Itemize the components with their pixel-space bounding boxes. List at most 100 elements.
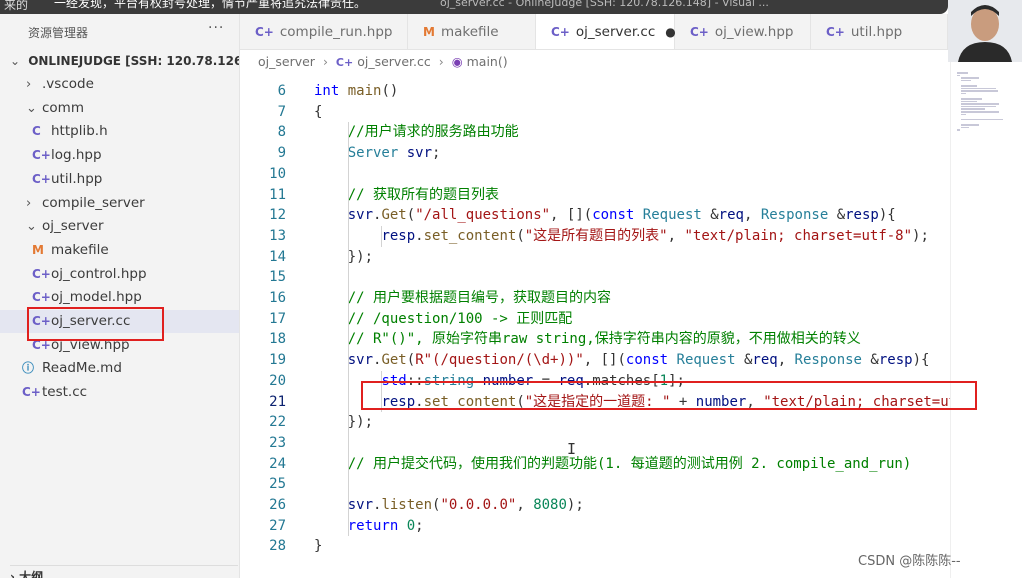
tree-item-label: oj_control.hpp — [51, 265, 147, 282]
minimap-line — [961, 98, 982, 100]
code-line[interactable]: 13 resp.set_content("这是所有题目的列表", "text/p… — [240, 226, 950, 247]
line-number: 9 — [277, 145, 286, 162]
screen-share-banner: 来的 一经发现，平台有权封号处理，情节严重将追究法律责任。 oj_server.… — [0, 0, 948, 14]
tree-item-label: oj_server.cc — [51, 313, 131, 329]
editor-tab[interactable]: C+ util.hpp — [811, 14, 948, 49]
code-line[interactable]: 9 Server svr; — [240, 143, 950, 164]
cpp-file-icon: C+ — [32, 290, 51, 305]
code-line[interactable]: 22 }); — [240, 412, 950, 433]
code-line[interactable]: 17 // /question/100 -> 正则匹配 — [240, 309, 950, 330]
tree-file[interactable]: C+ oj_server.cc — [0, 310, 239, 333]
code-line[interactable]: 20 std::string number = req.matches[1]; — [240, 371, 950, 392]
tree-folder[interactable]: ⌄ oj_server — [0, 215, 239, 238]
editor-tab[interactable]: C+ oj_view.hpp — [675, 14, 811, 49]
tree-folder[interactable]: ⌄ comm — [0, 97, 239, 120]
code-line[interactable]: 27 return 0; — [240, 516, 950, 537]
outline-section[interactable]: › 大纲 — [10, 565, 238, 578]
breadcrumb-folder[interactable]: oj_server — [258, 54, 315, 69]
line-number: 23 — [269, 434, 286, 451]
workspace-root[interactable]: ⌄ ONLINEJUDGE [SSH: 120.78.126.148] — [10, 54, 239, 68]
breadcrumb-file[interactable]: oj_server.cc — [357, 54, 431, 69]
code-text: resp.set_content("这是指定的一道题: " + number, … — [381, 393, 950, 410]
tree-file[interactable]: C+ util.hpp — [0, 168, 239, 191]
breadcrumb: oj_server › C+ oj_server.cc › ◉ main() — [240, 50, 948, 74]
line-number: 17 — [269, 310, 286, 327]
editor-tab[interactable]: C+ oj_server.cc ● — [536, 14, 676, 49]
tree-file[interactable]: C+ log.hpp — [0, 144, 239, 167]
tree-item-label: oj_view.hpp — [51, 336, 130, 353]
tree-folder[interactable]: › compile_server — [0, 192, 239, 215]
tree-file[interactable]: C+ test.cc — [0, 381, 239, 404]
code-line[interactable]: 21 resp.set_content("这是指定的一道题: " + numbe… — [240, 391, 950, 413]
code-line[interactable]: 19 svr.Get(R"(/question/(\d+))", [](cons… — [240, 350, 950, 371]
chevron-down-icon: ⌄ — [26, 219, 37, 235]
tree-file[interactable]: C+ oj_model.hpp — [0, 286, 239, 309]
chevron-down-icon: ⌄ — [26, 100, 37, 116]
code-line[interactable]: 11 // 获取所有的题目列表 — [240, 185, 950, 206]
tree-file[interactable]: Chttplib.h — [0, 120, 239, 143]
tree-file[interactable]: Mmakefile — [0, 239, 239, 262]
code-line[interactable]: 14 }); — [240, 247, 950, 268]
cpp-file-icon: C+ — [32, 266, 51, 281]
tab-label: oj_view.hpp — [714, 24, 794, 40]
chevron-right-icon: › — [322, 54, 328, 69]
workspace-root-label: ONLINEJUDGE [SSH: 120.78.126.148] — [28, 54, 239, 68]
line-number: 27 — [269, 517, 286, 534]
chevron-right-icon: › — [10, 570, 15, 578]
tree-file[interactable]: C+ oj_control.hpp — [0, 263, 239, 286]
tree-file[interactable]: ⓘ ReadMe.md — [0, 357, 239, 380]
code-line[interactable]: 26 svr.listen("0.0.0.0", 8080); — [240, 495, 950, 516]
code-line[interactable]: 23 — [240, 433, 950, 454]
code-text: // 用户提交代码，使用我们的判题功能(1. 每道题的测试用例 2. compi… — [347, 455, 912, 472]
code-line[interactable]: 16 // 用户要根据题目编号，获取题目的内容 — [240, 288, 950, 309]
minimap-line — [961, 92, 966, 95]
chevron-down-icon: ⌄ — [10, 54, 21, 68]
tree-item-label: compile_server — [42, 194, 145, 211]
code-line[interactable]: 28} — [240, 536, 950, 557]
editor-tab[interactable]: C+ compile_run.hpp — [240, 14, 408, 49]
code-line[interactable]: 18 // R"()", 原始字符串raw string,保持字符串内容的原貌，… — [240, 329, 950, 350]
mouse-cursor-icon: I — [567, 440, 577, 458]
editor-tab-bar: C+ compile_run.hpp Mmakefile C+ oj_server.cc… — [240, 14, 948, 50]
code-line[interactable]: 7{ — [240, 102, 950, 123]
code-text: std::string number = req.matches[1]; — [381, 372, 685, 389]
code-text: }); — [314, 248, 374, 265]
cpp-file-icon: C+ — [32, 337, 51, 352]
more-actions-button[interactable]: ··· — [208, 20, 224, 36]
explorer-title: 资源管理器 — [28, 26, 89, 40]
indent-guide — [348, 122, 349, 537]
editor-tab[interactable]: Mmakefile — [408, 14, 536, 49]
chevron-right-icon: › — [26, 77, 32, 92]
code-line[interactable]: 6 int main() — [240, 81, 950, 102]
cpp-file-icon: C+ — [22, 385, 41, 400]
code-line[interactable]: 8 //用户请求的服务路由功能 — [240, 122, 950, 143]
tree-item-label: httplib.h — [51, 123, 108, 140]
tree-item-label: .vscode — [42, 76, 94, 92]
tree-file[interactable]: C+ oj_view.hpp — [0, 334, 239, 357]
tree-item-label: comm — [42, 99, 84, 116]
minimap[interactable] — [950, 14, 1022, 578]
tab-label: util.hpp — [850, 24, 903, 40]
code-line[interactable]: 12 svr.Get("/all_questions", [](const Re… — [240, 205, 950, 226]
code-line[interactable]: 25 — [240, 474, 950, 495]
code-line[interactable]: 10 — [240, 164, 950, 185]
csdn-watermark: CSDN @陈陈陈-- — [858, 554, 961, 569]
info-icon: ⓘ — [22, 361, 35, 376]
line-number: 20 — [269, 372, 286, 389]
line-number: 12 — [269, 207, 286, 224]
breadcrumb-symbol[interactable]: main() — [467, 54, 508, 69]
minimap-line — [957, 72, 969, 74]
code-text: int main() — [314, 83, 399, 99]
tree-folder[interactable]: › .vscode — [0, 73, 239, 96]
minimap-line — [957, 74, 961, 77]
tree-item-label: makefile — [51, 241, 109, 258]
line-number: 22 — [269, 414, 286, 431]
code-line[interactable]: 15 — [240, 267, 950, 288]
cpp-file-icon: C+ — [255, 25, 274, 39]
minimap-line — [961, 118, 1003, 121]
code-text: { — [314, 103, 323, 120]
code-line[interactable]: 24 // 用户提交代码，使用我们的判题功能(1. 每道题的测试用例 2. co… — [240, 454, 950, 475]
code-text: // R"()", 原始字符串raw string,保持字符串内容的原貌，不用做… — [347, 331, 861, 348]
tree-item-label: oj_model.hpp — [51, 289, 142, 306]
code-editor[interactable]: 6 int main() 7{8 //用户请求的服务路由功能 9 Server svr… — [240, 80, 950, 578]
